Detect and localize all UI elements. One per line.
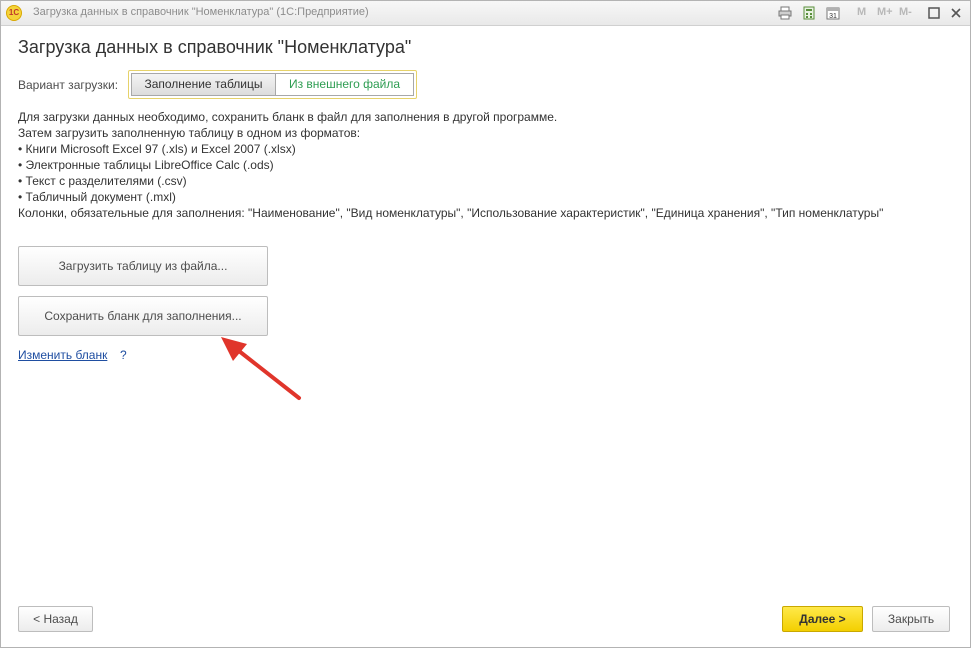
help-icon[interactable]: ? <box>120 348 127 362</box>
next-button[interactable]: Далее > <box>782 606 863 632</box>
window-title: Загрузка данных в справочник "Номенклату… <box>33 6 369 18</box>
app-window: 1С Загрузка данных в справочник "Номенкл… <box>0 0 971 648</box>
calendar-icon[interactable]: 31 <box>826 6 840 20</box>
restore-icon[interactable] <box>926 5 942 21</box>
format-item: • Табличный документ (.mxl) <box>18 190 176 204</box>
close-button[interactable]: Закрыть <box>872 606 950 632</box>
calendar-day: 31 <box>829 13 837 20</box>
variant-label: Вариант загрузки: <box>18 78 119 92</box>
instructions-text: Для загрузки данных необходимо, сохранит… <box>18 109 883 221</box>
page-title: Загрузка данных в справочник "Номенклату… <box>18 37 412 57</box>
instruction-line: Для загрузки данных необходимо, сохранит… <box>18 110 558 124</box>
save-template-button[interactable]: Сохранить бланк для заполнения... <box>18 296 268 336</box>
variant-option-table[interactable]: Заполнение таблицы <box>131 73 275 96</box>
required-columns-line: Колонки, обязательные для заполнения: "Н… <box>18 206 884 220</box>
calculator-icon[interactable] <box>802 6 816 20</box>
memory-store-button[interactable]: M <box>857 6 866 18</box>
format-item: • Текст с разделителями (.csv) <box>18 174 187 188</box>
annotation-arrow-icon <box>221 337 301 400</box>
memory-minus-button[interactable]: M- <box>899 6 912 18</box>
app-logo-icon[interactable]: 1С <box>6 5 22 21</box>
change-template-link[interactable]: Изменить бланк <box>18 348 107 362</box>
print-icon[interactable] <box>778 6 792 20</box>
variant-option-external-file[interactable]: Из внешнего файла <box>275 73 414 96</box>
close-icon[interactable] <box>948 5 964 21</box>
variant-switch: Заполнение таблицы Из внешнего файла <box>128 70 417 99</box>
load-table-button[interactable]: Загрузить таблицу из файла... <box>18 246 268 286</box>
back-button[interactable]: < Назад <box>18 606 93 632</box>
format-item: • Электронные таблицы LibreOffice Calc (… <box>18 158 274 172</box>
title-bar: 1С Загрузка данных в справочник "Номенкл… <box>1 1 970 26</box>
memory-plus-button[interactable]: M+ <box>877 6 893 18</box>
form-content: Загрузка данных в справочник "Номенклату… <box>1 26 970 647</box>
format-item: • Книги Microsoft Excel 97 (.xls) и Exce… <box>18 142 296 156</box>
instruction-line: Затем загрузить заполненную таблицу в од… <box>18 126 361 140</box>
